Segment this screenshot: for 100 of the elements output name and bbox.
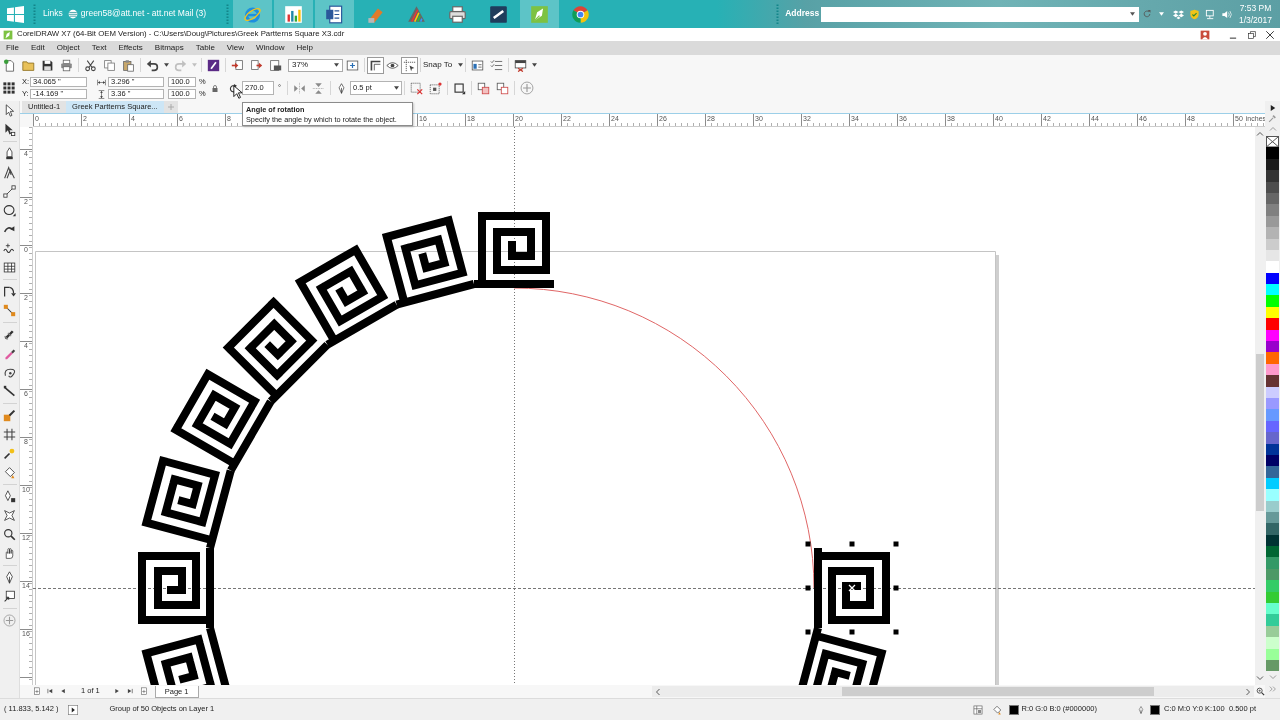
color-swatch[interactable] [1266,386,1279,398]
snap-toggle-button[interactable] [401,56,418,74]
pen-nib-icon[interactable] [336,82,347,94]
selection-handle[interactable] [893,629,899,635]
caret-icon[interactable] [164,63,169,67]
menu-item[interactable]: Table [189,41,221,55]
four-point-star-icon[interactable] [3,509,16,522]
address-field[interactable] [821,6,1140,22]
color-swatch[interactable] [1266,648,1279,660]
mirror-triangles-icon[interactable] [293,81,306,95]
dropper-ball-icon[interactable] [3,447,16,460]
pen-nib-icon[interactable] [3,571,16,584]
color-swatch[interactable] [1266,238,1279,250]
node-line-icon[interactable] [3,185,16,198]
fill-bucket-icon[interactable] [991,704,1002,715]
color-swatch[interactable] [1266,580,1279,592]
mirror-triangles-icon[interactable] [312,81,325,95]
caret-icon[interactable] [334,63,339,67]
menu-item[interactable]: Edit [24,41,51,55]
grid-dots-icon[interactable] [3,82,15,94]
plus-frame-icon[interactable] [346,58,359,72]
folder-icon[interactable] [22,58,35,72]
framed-arrow-icon[interactable] [3,590,16,603]
color-swatch[interactable] [1266,466,1279,478]
color-swatch[interactable] [1266,318,1279,330]
color-swatch[interactable] [1266,546,1279,558]
shield-check-icon[interactable] [1189,8,1201,20]
color-swatch[interactable] [1266,352,1279,364]
chevron-right-icon[interactable] [1245,687,1251,696]
scrollbar-thumb[interactable] [1256,354,1264,511]
menu-item[interactable]: File [0,41,25,55]
square-dropper-icon[interactable] [3,409,16,422]
page-grid-icon[interactable] [972,704,983,715]
color-swatch[interactable] [1266,284,1279,296]
zoom-level-dropdown[interactable]: 37% [288,58,343,72]
menu-item[interactable]: Text [85,41,113,55]
two-pages-icon[interactable] [103,58,116,72]
color-swatch[interactable] [1266,375,1279,387]
selection-handle[interactable] [805,629,811,635]
printer-icon[interactable] [60,58,73,72]
snap-to-dropdown[interactable]: Snap To [423,61,464,69]
mesh-grid-icon[interactable] [3,428,16,441]
grip-icon[interactable] [776,3,780,25]
color-swatch[interactable] [1266,227,1279,239]
chevron-left-icon[interactable] [655,687,661,696]
color-swatch[interactable] [1266,500,1279,512]
selection-handle[interactable] [805,541,811,547]
plus-circle-icon[interactable] [3,614,16,627]
dotted-box-cross-icon[interactable] [410,81,423,95]
menu-item[interactable]: Window [250,41,291,55]
monitor-icon[interactable] [1205,8,1217,20]
close-icon[interactable] [1265,29,1275,40]
caret-icon[interactable] [532,63,538,67]
window-cross-icon[interactable] [514,58,528,72]
color-swatch[interactable] [1266,603,1279,615]
speaker-icon[interactable] [1221,8,1233,20]
previous-icon[interactable] [60,688,67,695]
color-swatch[interactable] [1266,523,1279,535]
connector-line-icon[interactable] [3,304,16,317]
selection-handle[interactable] [893,541,899,547]
caret-icon[interactable] [394,86,399,90]
scissors-icon[interactable] [84,58,97,72]
color-swatch[interactable] [1266,181,1279,193]
color-swatch[interactable] [1266,637,1279,649]
play-box-icon[interactable] [68,704,79,715]
color-swatch[interactable] [1266,489,1279,501]
windows-logo-icon[interactable] [7,5,24,23]
table-grid-icon[interactable] [3,261,16,274]
pen-tip-icon[interactable] [3,147,16,160]
taskbar-app-button[interactable] [315,0,355,28]
diagonal-bar-icon[interactable] [3,328,16,341]
color-swatch[interactable] [1266,432,1279,444]
first-page-icon[interactable] [47,688,54,695]
caret-icon[interactable] [458,63,464,67]
overlap-squares-icon[interactable] [496,81,509,95]
page-plus-icon[interactable] [33,687,42,696]
color-swatch[interactable] [1266,443,1279,455]
caret-icon[interactable] [1130,12,1136,16]
selection-handle[interactable] [805,585,811,591]
menu-item[interactable]: Help [290,41,319,55]
clipboard-icon[interactable] [122,58,135,72]
user-silhouette-icon[interactable] [1200,29,1210,40]
color-swatch[interactable] [1266,614,1279,626]
color-swatch[interactable] [1266,170,1279,182]
padlock-icon[interactable] [211,83,219,93]
slash-tile-icon[interactable] [207,58,220,72]
grip-icon[interactable] [33,3,36,25]
diamond-cluster-icon[interactable] [1173,8,1185,20]
corner-arrow-icon[interactable] [3,285,16,298]
undo-icon[interactable] [146,58,159,72]
color-swatch[interactable] [1266,261,1279,273]
grip-icon[interactable] [226,3,230,25]
menu-item[interactable]: Effects [112,41,149,55]
double-arch-icon[interactable] [3,166,16,179]
last-page-icon[interactable] [126,688,134,695]
scrollbar-thumb[interactable] [842,687,1154,696]
page-arrow-icon[interactable] [250,58,263,72]
node-arrow-icon[interactable] [3,123,16,136]
new-page-icon[interactable] [3,58,16,72]
color-swatch[interactable] [1266,295,1279,307]
